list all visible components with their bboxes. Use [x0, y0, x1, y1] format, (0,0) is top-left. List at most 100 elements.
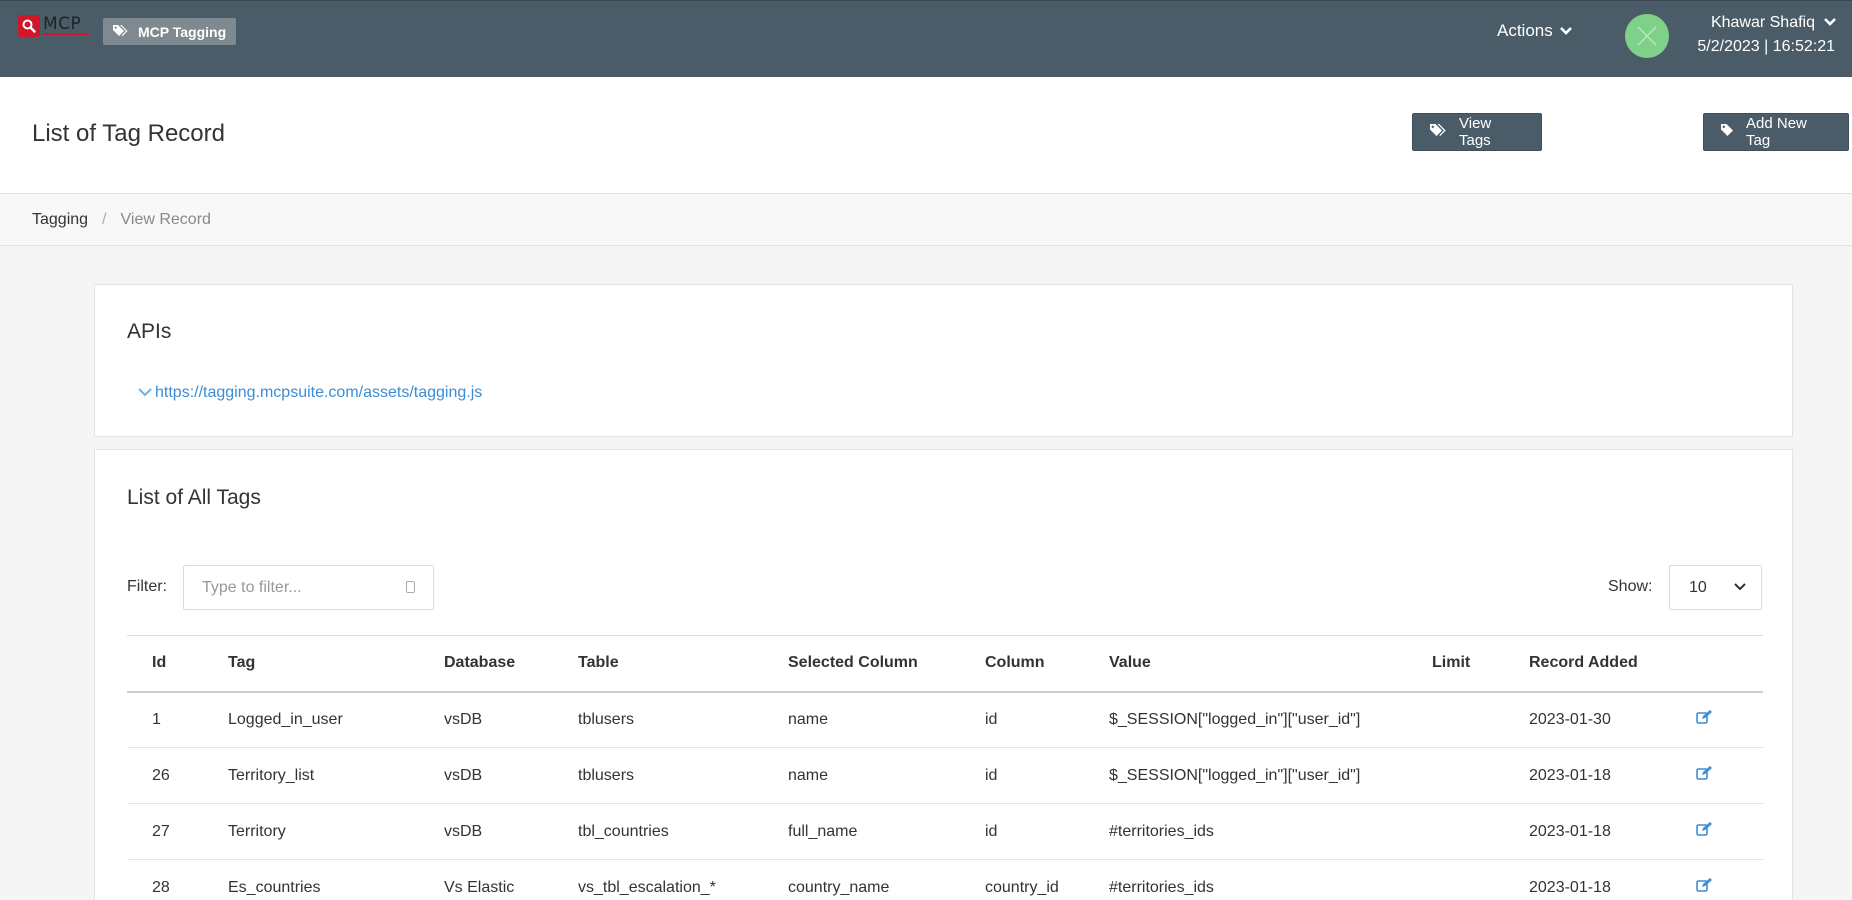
- user-menu[interactable]: Khawar Shafiq 5/2/2023 | 16:52:21: [1680, 14, 1836, 56]
- column-header-record-added[interactable]: Record Added: [1529, 636, 1696, 692]
- cell-table: tblusers: [578, 766, 635, 784]
- cell-selected-column: country_name: [788, 878, 890, 896]
- avatar-placeholder-icon: [1637, 26, 1657, 46]
- table-row: 26 Territory_list vsDB tblusers name id …: [127, 748, 1763, 804]
- cell-column: id: [985, 710, 998, 728]
- current-datetime: 5/2/2023 | 16:52:21: [1697, 38, 1835, 55]
- column-header-table[interactable]: Table: [578, 636, 788, 692]
- cell-actions: [1696, 692, 1763, 748]
- breadcrumb-tagging[interactable]: Tagging: [32, 211, 88, 229]
- actions-dropdown[interactable]: Actions: [1497, 21, 1573, 41]
- edit-icon[interactable]: [1696, 822, 1713, 841]
- column-header-selected-column[interactable]: Selected Column: [788, 636, 985, 692]
- cell-tag: Logged_in_user: [228, 710, 343, 728]
- column-header-value[interactable]: Value: [1109, 636, 1432, 692]
- top-navbar: MCP MCP Tagging Actions Khawar Shafiq 5/…: [0, 0, 1852, 77]
- logo-underline: [43, 33, 89, 35]
- table-header-row: Id Tag Database Table Selected Column Co…: [127, 635, 1763, 692]
- cell-limit: [1432, 804, 1529, 860]
- cell-database: Vs Elastic: [444, 878, 515, 896]
- cell-id: 1: [152, 710, 161, 728]
- cell-database: vsDB: [444, 710, 483, 728]
- tags-table: Id Tag Database Table Selected Column Co…: [127, 635, 1763, 900]
- cell-id: 27: [152, 822, 170, 840]
- api-link[interactable]: https://tagging.mcpsuite.com/assets/tagg…: [137, 384, 482, 402]
- cell-column: id: [985, 766, 998, 784]
- edit-icon[interactable]: [1696, 766, 1713, 785]
- cell-selected-column: name: [788, 710, 829, 728]
- cell-id: 26: [152, 766, 170, 784]
- table-row: 27 Territory vsDB tbl_countries full_nam…: [127, 804, 1763, 860]
- cell-table: tbl_countries: [578, 822, 669, 840]
- avatar[interactable]: [1625, 14, 1669, 58]
- add-new-tag-label: Add New Tag: [1746, 115, 1807, 149]
- view-tags-label: View Tags: [1459, 115, 1492, 149]
- tags-icon: [112, 24, 128, 40]
- page-title: List of Tag Record: [32, 120, 225, 147]
- page-size-select[interactable]: 10: [1669, 565, 1762, 610]
- edit-icon[interactable]: [1696, 710, 1713, 729]
- breadcrumb-current: View Record: [120, 210, 211, 228]
- page-header: List of Tag Record View Tags Add New Tag: [0, 77, 1852, 194]
- cell-id: 28: [152, 878, 170, 896]
- add-new-tag-button[interactable]: Add New Tag: [1703, 113, 1849, 151]
- user-name: Khawar Shafiq: [1710, 14, 1815, 31]
- chevron-down-icon: [1733, 579, 1747, 597]
- cell-actions: [1696, 860, 1763, 900]
- tags-card: List of All Tags Filter: Show: 10 Id Tag…: [94, 449, 1793, 900]
- tag-icon: [1720, 123, 1734, 141]
- tags-title: List of All Tags: [127, 486, 261, 509]
- cell-table: vs_tbl_escalation_*: [578, 878, 716, 896]
- cell-value: $_SESSION["logged_in"]["user_id"]: [1109, 766, 1361, 784]
- cell-tag: Es_countries: [228, 878, 321, 896]
- view-tags-button[interactable]: View Tags: [1412, 113, 1542, 151]
- cell-value: #territories_ids: [1109, 878, 1214, 896]
- chevron-down-icon: [1559, 21, 1573, 41]
- column-header-actions: [1696, 636, 1763, 692]
- chevron-down-icon: [137, 384, 153, 402]
- cell-database: vsDB: [444, 766, 483, 784]
- cell-value: #territories_ids: [1109, 822, 1214, 840]
- mcp-logo[interactable]: MCP: [18, 14, 92, 37]
- edit-icon[interactable]: [1696, 878, 1713, 897]
- column-header-id[interactable]: Id: [127, 636, 228, 692]
- cell-limit: [1432, 692, 1529, 748]
- column-header-database[interactable]: Database: [444, 636, 578, 692]
- cell-record-added: 2023-01-18: [1529, 766, 1611, 784]
- filter-label: Filter:: [127, 578, 167, 595]
- tags-icon: [1429, 123, 1447, 141]
- app-badge[interactable]: MCP Tagging: [103, 18, 237, 45]
- api-link-text: https://tagging.mcpsuite.com/assets/tagg…: [155, 384, 483, 401]
- actions-label: Actions: [1497, 21, 1553, 40]
- cell-record-added: 2023-01-30: [1529, 710, 1611, 728]
- filter-input[interactable]: [183, 565, 434, 610]
- page-size-value: 10: [1689, 578, 1707, 596]
- table-row: 28 Es_countries Vs Elastic vs_tbl_escala…: [127, 860, 1763, 900]
- cell-column: country_id: [985, 878, 1059, 896]
- cell-tag: Territory: [228, 822, 286, 840]
- app-name: MCP Tagging: [138, 23, 227, 40]
- cell-column: id: [985, 822, 998, 840]
- cell-limit: [1432, 748, 1529, 804]
- search-icon: [18, 15, 40, 37]
- cell-value: $_SESSION["logged_in"]["user_id"]: [1109, 710, 1361, 728]
- table-row: 1 Logged_in_user vsDB tblusers name id $…: [127, 692, 1763, 748]
- cell-limit: [1432, 860, 1529, 900]
- cell-selected-column: full_name: [788, 822, 858, 840]
- apis-title: APIs: [127, 320, 172, 343]
- clear-filter-icon[interactable]: [406, 581, 415, 593]
- breadcrumb: Tagging / View Record: [0, 194, 1852, 246]
- breadcrumb-separator: /: [102, 210, 107, 228]
- show-label: Show:: [1608, 578, 1653, 595]
- column-header-limit[interactable]: Limit: [1432, 636, 1529, 692]
- logo-text: MCP: [43, 14, 82, 34]
- column-header-column[interactable]: Column: [985, 636, 1109, 692]
- cell-table: tblusers: [578, 710, 635, 728]
- cell-record-added: 2023-01-18: [1529, 878, 1611, 896]
- cell-database: vsDB: [444, 822, 483, 840]
- cell-tag: Territory_list: [228, 766, 315, 784]
- cell-selected-column: name: [788, 766, 829, 784]
- cell-actions: [1696, 804, 1763, 860]
- column-header-tag[interactable]: Tag: [228, 636, 444, 692]
- apis-card: APIs https://tagging.mcpsuite.com/assets…: [94, 284, 1793, 437]
